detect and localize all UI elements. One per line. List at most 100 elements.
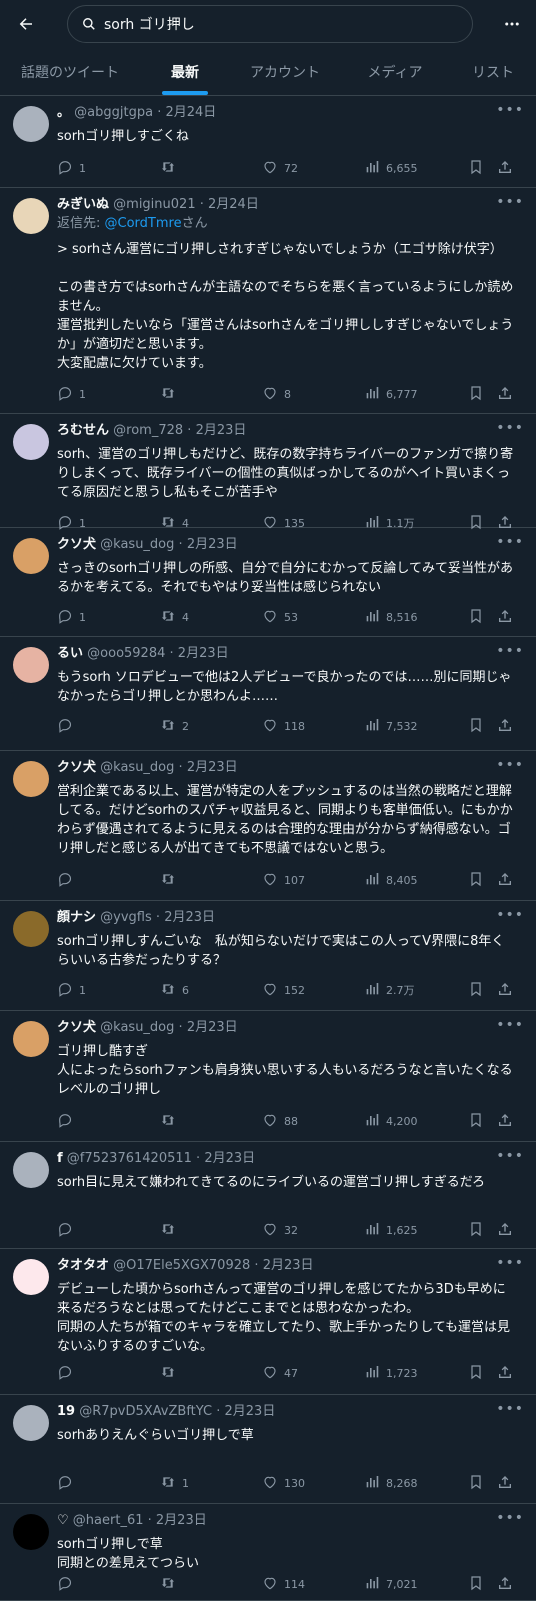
user-handle[interactable]: @kasu_dog — [100, 537, 174, 552]
views-button[interactable]: 6,655 — [364, 158, 418, 178]
tweet-more-icon[interactable]: ••• — [496, 1017, 524, 1033]
tweet-item[interactable]: るい @ooo59284 · 2月23日 ••• もうsorh ソロデビューで他… — [0, 637, 536, 751]
views-button[interactable]: 1,723 — [364, 1363, 418, 1383]
display-name[interactable]: クソ犬 — [57, 760, 96, 775]
tweet-date[interactable]: 2月24日 — [165, 105, 216, 120]
user-handle[interactable]: @haert_61 — [73, 1513, 144, 1528]
bookmark-button[interactable] — [468, 607, 484, 627]
tweet-date[interactable]: 2月23日 — [164, 910, 215, 925]
avatar[interactable] — [13, 1021, 49, 1057]
views-button[interactable]: 8,405 — [364, 870, 418, 890]
reply-button[interactable] — [57, 1574, 79, 1594]
tweet-more-icon[interactable]: ••• — [496, 420, 524, 436]
reply-to-handle[interactable]: @CordTmre — [105, 216, 182, 231]
avatar[interactable] — [13, 647, 49, 683]
share-button[interactable] — [497, 1111, 513, 1131]
tweet-date[interactable]: 2月23日 — [225, 1404, 276, 1419]
bookmark-button[interactable] — [468, 384, 484, 404]
tweet-item[interactable]: クソ犬 @kasu_dog · 2月23日 ••• さっきのsorhゴリ押しの所… — [0, 528, 536, 637]
like-button[interactable]: 118 — [262, 716, 305, 736]
user-handle[interactable]: @O17Ele5XGX70928 — [113, 1258, 250, 1273]
share-button[interactable] — [497, 158, 513, 178]
views-button[interactable]: 2.7万 — [364, 980, 415, 1000]
display-name[interactable]: 顔ナシ — [57, 910, 96, 925]
like-button[interactable]: 47 — [262, 1363, 298, 1383]
back-arrow-icon[interactable] — [10, 8, 42, 40]
search-input[interactable] — [102, 15, 436, 33]
tweet-more-icon[interactable]: ••• — [496, 194, 524, 210]
tab-latest[interactable]: 最新 — [140, 48, 230, 95]
tweet-more-icon[interactable]: ••• — [496, 757, 524, 773]
share-button[interactable] — [497, 1220, 513, 1240]
tweet-item[interactable]: みぎいぬ @miginu021 · 2月24日 ••• 返信先: @CordTm… — [0, 188, 536, 414]
views-button[interactable]: 8,268 — [364, 1473, 418, 1493]
display-name[interactable]: f — [57, 1151, 63, 1166]
reply-button[interactable]: 1 — [57, 607, 86, 627]
reply-button[interactable] — [57, 1111, 79, 1131]
tweet-date[interactable]: 2月23日 — [187, 760, 238, 775]
display-name[interactable]: タオタオ — [57, 1258, 109, 1273]
search-box[interactable] — [67, 5, 473, 43]
avatar[interactable] — [13, 1405, 49, 1441]
retweet-button[interactable]: 2 — [160, 716, 189, 736]
share-button[interactable] — [497, 1363, 513, 1383]
reply-button[interactable]: 1 — [57, 384, 86, 404]
tweet-item[interactable]: f @f7523761420511 · 2月23日 ••• sorh目に見えて嫌… — [0, 1142, 536, 1249]
tweet-more-icon[interactable]: ••• — [496, 102, 524, 118]
display-name[interactable]: みぎいぬ — [57, 197, 109, 212]
avatar[interactable] — [13, 1259, 49, 1295]
tweet-date[interactable]: 2月23日 — [263, 1258, 314, 1273]
reply-button[interactable]: 1 — [57, 158, 86, 178]
bookmark-button[interactable] — [468, 1473, 484, 1493]
like-button[interactable]: 130 — [262, 1473, 305, 1493]
share-button[interactable] — [497, 1574, 513, 1594]
display-name[interactable]: ろむせん — [57, 423, 109, 438]
retweet-button[interactable] — [160, 870, 182, 890]
views-button[interactable]: 7,021 — [364, 1574, 418, 1594]
retweet-button[interactable] — [160, 1111, 182, 1131]
tweet-date[interactable]: 2月23日 — [187, 537, 238, 552]
user-handle[interactable]: @yvgfls — [100, 910, 152, 925]
display-name[interactable]: るい — [57, 646, 83, 661]
display-name[interactable]: 19 — [57, 1404, 75, 1419]
retweet-button[interactable]: 6 — [160, 980, 189, 1000]
tweet-item[interactable]: クソ犬 @kasu_dog · 2月23日 ••• 営利企業である以上、運営が特… — [0, 751, 536, 901]
tab-people[interactable]: アカウント — [230, 48, 340, 95]
tab-top[interactable]: 話題のツイート — [0, 48, 140, 95]
bookmark-button[interactable] — [468, 1363, 484, 1383]
retweet-button[interactable] — [160, 1363, 182, 1383]
reply-button[interactable] — [57, 1473, 79, 1493]
share-button[interactable] — [497, 870, 513, 890]
user-handle[interactable]: @ooo59284 — [87, 646, 165, 661]
tweet-item[interactable]: ろむせん @rom_728 · 2月23日 ••• sorh、運営のゴリ押しもだ… — [0, 414, 536, 530]
avatar[interactable] — [13, 1152, 49, 1188]
bookmark-button[interactable] — [468, 980, 484, 1000]
avatar[interactable] — [13, 106, 49, 142]
reply-button[interactable]: 1 — [57, 980, 86, 1000]
like-button[interactable]: 152 — [262, 980, 305, 1000]
display-name[interactable]: クソ犬 — [57, 537, 96, 552]
avatar[interactable] — [13, 538, 49, 574]
tweet-date[interactable]: 2月23日 — [196, 423, 247, 438]
user-handle[interactable]: @f7523761420511 — [67, 1151, 192, 1166]
like-button[interactable]: 107 — [262, 870, 305, 890]
reply-button[interactable] — [57, 1220, 79, 1240]
tweet-item[interactable]: タオタオ @O17Ele5XGX70928 · 2月23日 ••• デビューした… — [0, 1249, 536, 1395]
bookmark-button[interactable] — [468, 158, 484, 178]
user-handle[interactable]: @kasu_dog — [100, 760, 174, 775]
bookmark-button[interactable] — [468, 1220, 484, 1240]
retweet-button[interactable]: 1 — [160, 1473, 189, 1493]
tweet-date[interactable]: 2月23日 — [204, 1151, 255, 1166]
tweet-more-icon[interactable]: ••• — [496, 1510, 524, 1526]
tweet-date[interactable]: 2月23日 — [178, 646, 229, 661]
tweet-item[interactable]: 。 @abggjtgpa · 2月24日 ••• sorhゴリ押しすごくね 1 … — [0, 96, 536, 188]
tweet-date[interactable]: 2月24日 — [208, 197, 259, 212]
display-name[interactable]: 。 — [57, 105, 70, 120]
views-button[interactable]: 6,777 — [364, 384, 418, 404]
tweet-more-icon[interactable]: ••• — [496, 1401, 524, 1417]
reply-button[interactable] — [57, 870, 79, 890]
share-button[interactable] — [497, 607, 513, 627]
display-name[interactable]: クソ犬 — [57, 1020, 96, 1035]
avatar[interactable] — [13, 911, 49, 947]
like-button[interactable]: 32 — [262, 1220, 298, 1240]
